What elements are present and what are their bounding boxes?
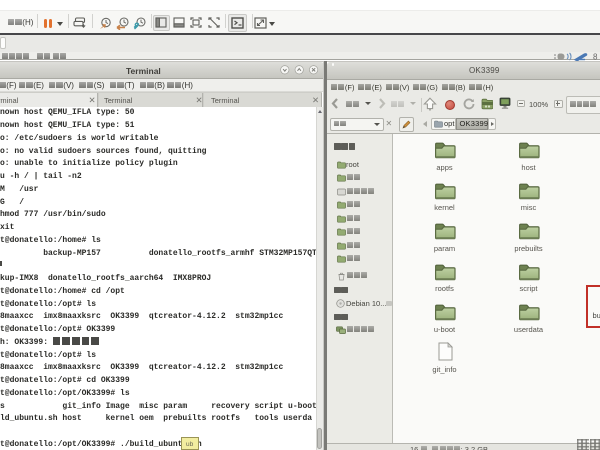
svg-text:8: 8 (593, 52, 598, 61)
